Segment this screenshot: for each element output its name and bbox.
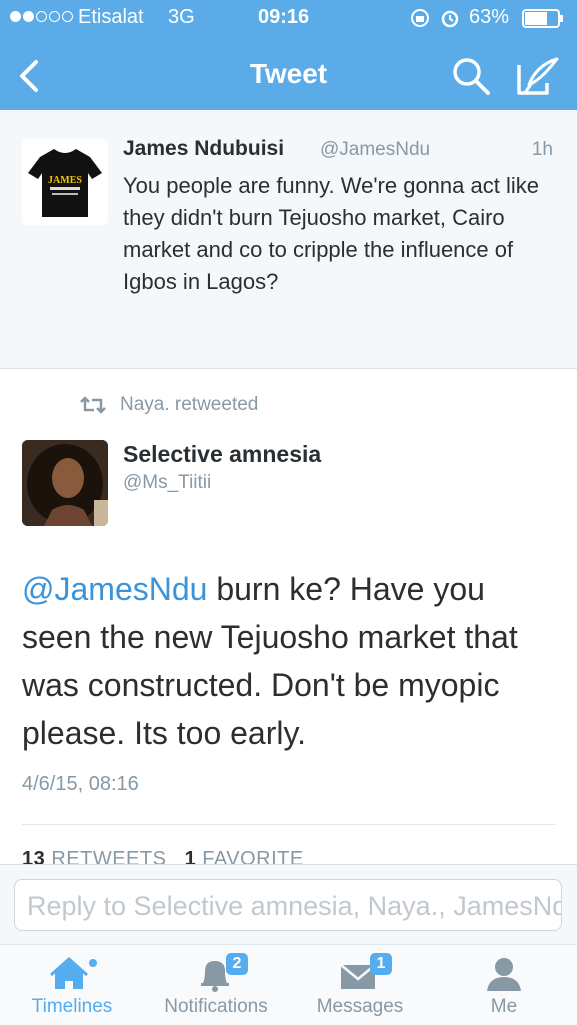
tab-label: Messages	[316, 996, 404, 1017]
tab-notifications[interactable]: 2 Notifications	[144, 945, 288, 1025]
reply-bar: Reply to Selective amnesia, Naya., James…	[0, 864, 577, 945]
tab-label: Timelines	[31, 996, 113, 1017]
tab-me[interactable]: Me	[432, 945, 576, 1025]
tab-timelines[interactable]: Timelines	[0, 945, 144, 1025]
home-icon	[50, 956, 97, 989]
avatar[interactable]: JAMES	[22, 139, 108, 225]
signal-strength-icon	[10, 11, 73, 22]
search-icon[interactable]	[450, 55, 492, 97]
parent-tweet[interactable]: JAMES James Ndubuisi @JamesNdu 1h You pe…	[0, 110, 577, 369]
retweet-context-label: Naya. retweeted	[120, 394, 259, 415]
retweet-icon	[80, 396, 106, 414]
battery-icon	[522, 9, 563, 28]
tab-label: Notifications	[164, 996, 268, 1017]
messages-badge: 1	[370, 953, 392, 975]
author-name[interactable]: Selective amnesia	[123, 441, 321, 468]
tweet-time: 1h	[531, 139, 553, 160]
reply-input[interactable]: Reply to Selective amnesia, Naya., James…	[14, 879, 562, 931]
tweet-text: @JamesNdu burn ke? Have you seen the new…	[22, 565, 562, 757]
author-handle: @JamesNdu	[320, 139, 431, 160]
battery-percent: 63%	[469, 6, 510, 28]
author-name[interactable]: James Ndubuisi	[123, 137, 284, 161]
compose-icon[interactable]	[515, 55, 559, 97]
profile-photo	[22, 440, 108, 526]
author-handle[interactable]: @Ms_Tiitii	[123, 472, 211, 494]
rotation-lock-icon	[411, 9, 429, 27]
person-icon	[487, 958, 521, 991]
tab-label: Me	[490, 996, 518, 1017]
carrier-label: Etisalat	[78, 6, 144, 28]
tweet-date: 4/6/15, 08:16	[22, 773, 139, 795]
notifications-badge: 2	[226, 953, 248, 975]
network-label: 3G	[168, 6, 195, 28]
tab-messages[interactable]: 1 Messages	[288, 945, 432, 1025]
alarm-icon	[441, 10, 459, 28]
retweet-context: Naya. retweeted	[78, 394, 258, 416]
header-bar: Etisalat 3G 09:16 63% Tweet	[0, 0, 577, 110]
divider	[22, 824, 555, 825]
tweet-text: You people are funny. We're gonna act li…	[123, 173, 539, 294]
tshirt-avatar-image: JAMES	[28, 149, 102, 217]
clock: 09:16	[258, 6, 310, 28]
svg-text:JAMES: JAMES	[48, 175, 82, 186]
avatar[interactable]	[22, 440, 108, 526]
tab-bar: Timelines 2 Notifications 1 Messages Me	[0, 944, 577, 1025]
mention-link[interactable]: @JamesNdu	[22, 571, 207, 607]
